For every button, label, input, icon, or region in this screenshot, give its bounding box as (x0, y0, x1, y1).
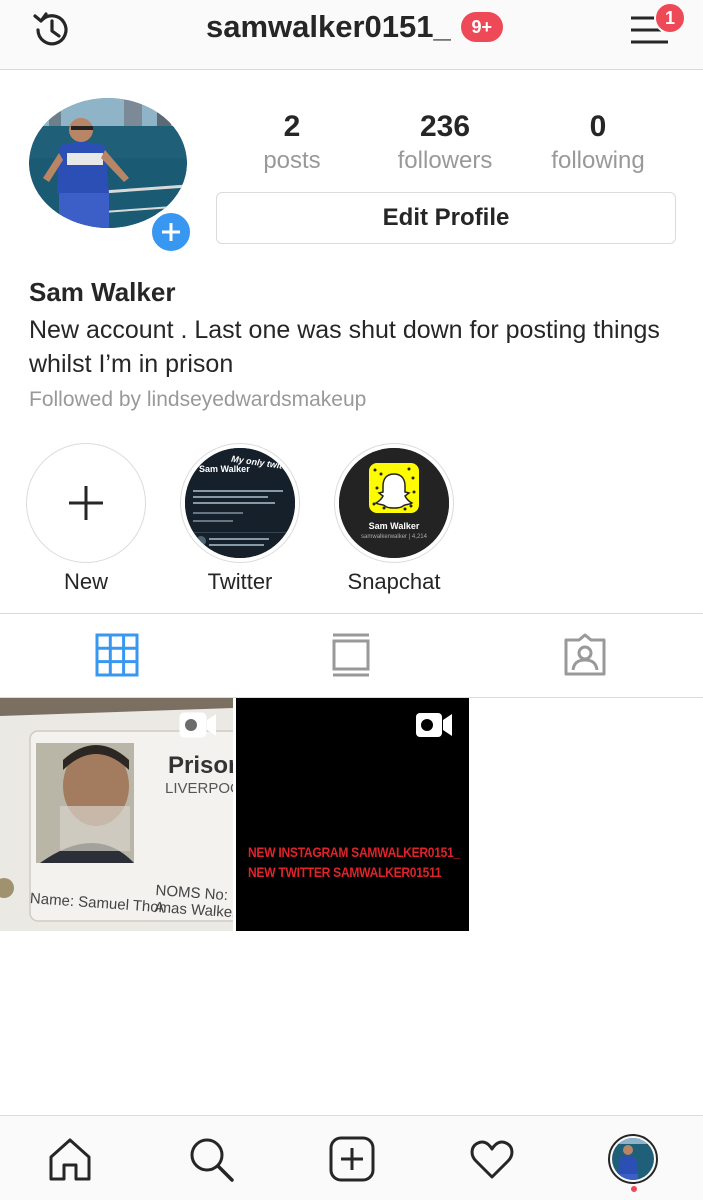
highlight-twitter-cover: Sam Walker My only twitter (185, 448, 295, 558)
followed-by[interactable]: Followed by lindseyedwardsmakeup (29, 388, 366, 412)
archive-history-icon[interactable] (28, 6, 76, 54)
stat-posts-label: posts (263, 147, 321, 174)
heart-icon[interactable] (467, 1134, 517, 1184)
post-thumbnail[interactable]: NEW INSTAGRAM SAMWALKER0151_ NEW TWITTER… (236, 698, 469, 931)
add-story-button[interactable] (148, 209, 194, 255)
stat-following-label: following (551, 147, 645, 174)
tab-grid[interactable] (94, 632, 140, 678)
post-text-line2: NEW TWITTER SAMWALKER01511 (248, 864, 442, 880)
highlight-twitter[interactable]: Sam Walker My only twitter Twitter (180, 443, 300, 595)
tab-tagged[interactable] (562, 632, 608, 678)
snapchat-cover-name: Sam Walker (368, 521, 420, 531)
post-card-title: Prison (168, 752, 233, 779)
search-icon[interactable] (186, 1134, 236, 1184)
profile-tabs (0, 613, 703, 698)
highlight-snapchat-cover: Sam Walker samwalkerwalker | 4,214 (339, 448, 449, 558)
stat-posts[interactable]: 2 posts (212, 108, 372, 176)
feed-icon (332, 633, 370, 677)
tab-feed[interactable] (328, 632, 374, 678)
profile-bio: New account . Last one was shut down for… (29, 316, 660, 378)
highlight-new[interactable]: New (26, 443, 146, 595)
tagged-icon (564, 633, 606, 676)
stat-followers-label: followers (397, 147, 493, 174)
account-switcher[interactable]: samwalker0151_ 9+ (206, 9, 503, 45)
stat-following[interactable]: 0 following (518, 108, 678, 176)
new-post-icon[interactable] (327, 1134, 377, 1184)
video-icon (415, 712, 453, 743)
twitter-cover-name: Sam Walker (199, 464, 250, 474)
stat-followers-count: 236 (419, 110, 471, 143)
edit-profile-button[interactable]: Edit Profile (216, 192, 676, 244)
activity-dot (631, 1186, 637, 1192)
grid-icon (95, 633, 139, 677)
plus-icon (69, 486, 103, 520)
profile-avatar-icon[interactable] (608, 1134, 658, 1184)
top-bar: samwalker0151_ 9+ 1 (0, 0, 703, 70)
notification-badge: 9+ (460, 12, 503, 42)
highlight-new-label: New (63, 569, 108, 594)
snapchat-cover-subtitle: samwalkerwalker | 4,214 (361, 534, 427, 540)
profile-name: Sam Walker (29, 277, 176, 307)
highlight-new-circle[interactable] (26, 443, 146, 563)
header-username[interactable]: samwalker0151_ (206, 9, 451, 45)
menu-badge: 1 (654, 2, 686, 34)
highlight-snapchat-circle[interactable]: Sam Walker samwalkerwalker | 4,214 (334, 443, 454, 563)
stat-followers[interactable]: 236 followers (365, 108, 525, 176)
stat-posts-count: 2 (283, 110, 301, 143)
post-card-location: LIVERPOO (165, 780, 233, 797)
highlight-snapchat-label: Snapchat (347, 569, 441, 594)
post-text-line1: NEW INSTAGRAM SAMWALKER0151_ (248, 844, 460, 860)
highlight-twitter-circle[interactable]: Sam Walker My only twitter (180, 443, 300, 563)
home-icon[interactable] (45, 1134, 95, 1184)
highlight-snapchat[interactable]: Sam Walker samwalkerwalker | 4,214 Snapc… (334, 443, 454, 595)
post-thumbnail[interactable]: Prison LIVERPOO NOMS No: A Name: Samuel … (0, 698, 233, 931)
profile-avatar[interactable] (29, 98, 187, 228)
bottom-navigation (0, 1115, 703, 1200)
stat-following-count: 0 (589, 110, 607, 143)
video-icon (179, 712, 217, 743)
plus-icon (162, 223, 180, 241)
highlight-twitter-label: Twitter (207, 569, 273, 594)
